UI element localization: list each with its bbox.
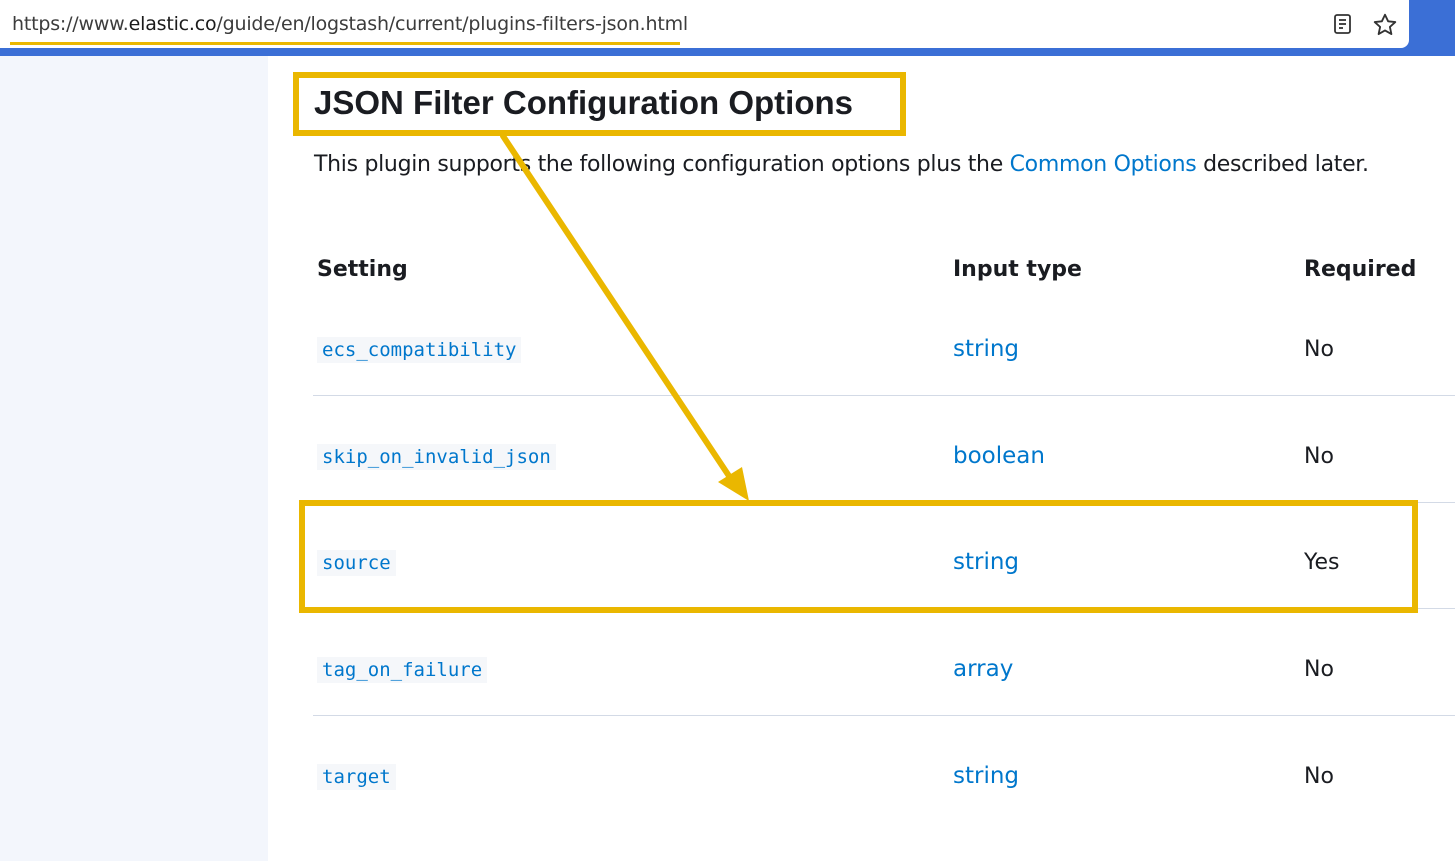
type-array-link[interactable]: array (953, 656, 1013, 682)
source-row-highlight-box (299, 500, 1418, 613)
row-divider (313, 715, 1455, 716)
required-value: No (1304, 444, 1334, 469)
required-value: No (1304, 657, 1334, 682)
left-sidebar (0, 56, 268, 861)
setting-ecs-compatibility-link[interactable]: ecs_compatibility (317, 337, 522, 363)
url-highlight-underline (10, 42, 680, 45)
bookmark-star-icon[interactable] (1372, 12, 1397, 36)
intro-paragraph: This plugin supports the following confi… (314, 152, 1369, 177)
common-options-link[interactable]: Common Options (1010, 152, 1197, 177)
setting-tag-on-failure-link[interactable]: tag_on_failure (317, 657, 488, 683)
address-bar[interactable]: https://www.elastic.co/guide/en/logstash… (0, 0, 1409, 48)
required-value: No (1304, 764, 1334, 789)
row-divider (313, 395, 1455, 396)
required-value: No (1304, 337, 1334, 362)
setting-skip-on-invalid-json-link[interactable]: skip_on_invalid_json (317, 444, 556, 470)
header-setting: Setting (317, 257, 408, 282)
url-text[interactable]: https://www.elastic.co/guide/en/logstash… (12, 13, 688, 35)
browser-toolbar: https://www.elastic.co/guide/en/logstash… (0, 0, 1455, 56)
header-required: Required (1304, 257, 1417, 282)
setting-target-link[interactable]: target (317, 764, 396, 790)
type-string-link[interactable]: string (953, 763, 1019, 789)
title-highlight-box (293, 72, 906, 136)
reader-mode-icon[interactable] (1331, 12, 1355, 36)
header-input-type: Input type (953, 257, 1082, 282)
type-boolean-link[interactable]: boolean (953, 443, 1045, 469)
type-string-link[interactable]: string (953, 336, 1019, 362)
